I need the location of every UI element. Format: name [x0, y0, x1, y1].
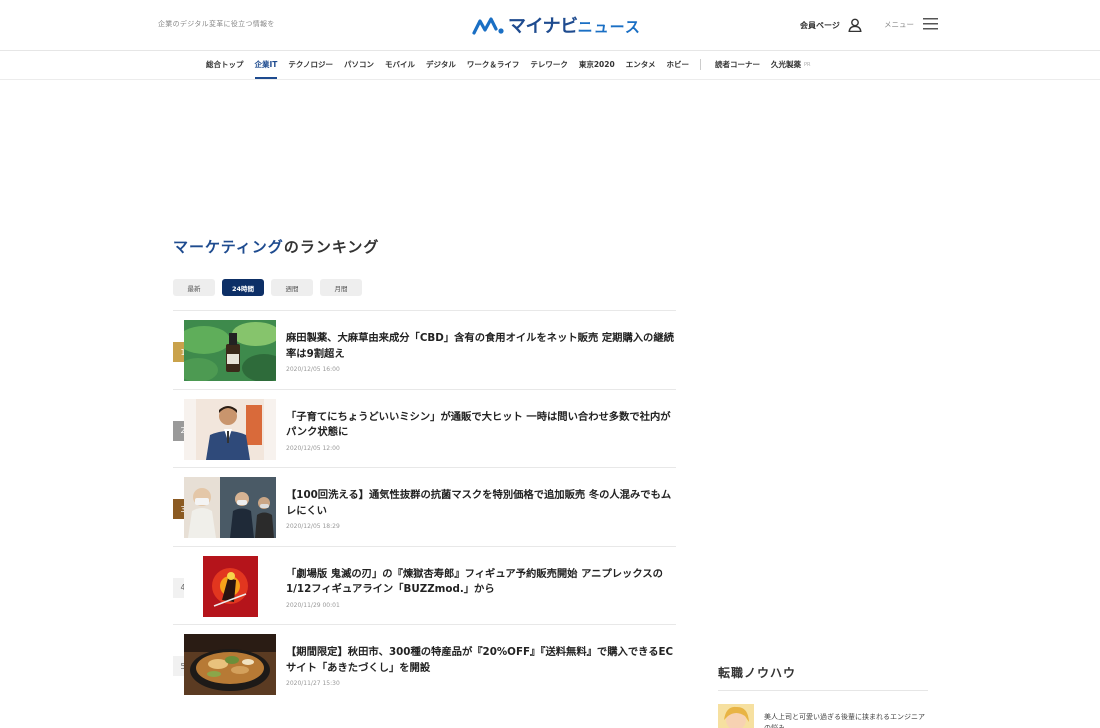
- article-thumbnail[interactable]: [184, 634, 276, 695]
- nav-item-digital[interactable]: デジタル: [426, 59, 456, 70]
- nav-item-enterprise-it[interactable]: 企業IT: [254, 59, 277, 79]
- member-page-link[interactable]: 会員ページ: [800, 18, 862, 32]
- cbd-oil-image: [184, 320, 276, 381]
- site-tagline: 企業のデジタル変革に役立つ情報を: [158, 20, 275, 28]
- ranking-title: マーケティングのランキング: [173, 236, 379, 257]
- article-headline[interactable]: 麻田製薬、大麻草由来成分「CBD」含有の食用オイルをネット販売 定期購入の継続率…: [286, 331, 676, 362]
- article-date: 2020/12/05 12:00: [286, 444, 340, 452]
- tab-24h[interactable]: 24時間: [222, 279, 264, 296]
- figure-image: [184, 555, 276, 617]
- nav-item-top[interactable]: 総合トップ: [206, 59, 244, 70]
- hamburger-icon: [923, 18, 938, 30]
- menu-label: メニュー: [884, 19, 914, 29]
- anime-illustration-image: [718, 704, 754, 728]
- logo-brand: マイナビ: [508, 16, 578, 37]
- site-header: 企業のデジタル変革に役立つ情報を マイナビニュース 会員ページ メニュー: [0, 0, 1100, 51]
- article-headline[interactable]: 「劇場版 鬼滅の刃」の『煉獄杏寿郎』フィギュア予約販売開始 アニプレックスの1/…: [286, 567, 676, 598]
- user-icon: [848, 18, 862, 32]
- masked-people-image: [184, 477, 276, 538]
- nav-item-tokyo2020[interactable]: 東京2020: [579, 59, 615, 70]
- nav-item-telework[interactable]: テレワーク: [530, 59, 568, 70]
- article-thumbnail[interactable]: [184, 555, 276, 617]
- tab-weekly[interactable]: 週間: [271, 279, 313, 296]
- ranking-period-tabs: 最新 24時間 週間 月間: [173, 279, 369, 296]
- sidebar-section-title: 転職ノウハウ: [718, 666, 797, 680]
- article-date: 2020/12/05 16:00: [286, 366, 340, 373]
- nav-item-entame[interactable]: エンタメ: [626, 59, 656, 70]
- sidebar-divider: [718, 690, 928, 691]
- nav-item-readers[interactable]: 読者コーナー: [715, 59, 760, 70]
- nav-item-pc[interactable]: パソコン: [344, 59, 374, 70]
- article-headline[interactable]: 【100回洗える】通気性抜群の抗菌マスクを特別価格で追加販売 冬の人混みでもムレ…: [286, 488, 676, 519]
- sidebar-article-thumbnail[interactable]: [718, 704, 754, 728]
- kiritanpo-hotpot-image: [184, 634, 276, 695]
- ranking-item[interactable]: 4 「劇場版 鬼滅の刃」の『煉獄杏寿郎』フィギュア予約販売開始 アニプレックスの…: [173, 545, 676, 625]
- logo-news: ニュース: [577, 18, 641, 36]
- logo-mark-icon: [472, 17, 504, 35]
- category-nav-list: 総合トップ 企業IT テクノロジー パソコン モバイル デジタル ワーク＆ライフ…: [206, 59, 811, 79]
- article-date: 2020/11/27 15:30: [286, 680, 340, 687]
- article-headline[interactable]: 「子育てにちょうどいいミシン」が通販で大ヒット 一時は問い合わせ多数で社内がパン…: [286, 410, 676, 441]
- ranking-item[interactable]: 1 麻田製薬、大麻草由来成分「CBD」含有の食用オイルをネット販売 定期購入の継…: [173, 310, 676, 389]
- logo-text: マイナビニュース: [508, 12, 641, 38]
- tab-latest[interactable]: 最新: [173, 279, 215, 296]
- article-headline[interactable]: 【期間限定】秋田市、300種の特産品が『20%OFF』『送料無料』で購入できるE…: [286, 645, 676, 676]
- ranking-title-accent: マーケティング: [173, 238, 284, 256]
- nav-item-technology[interactable]: テクノロジー: [288, 59, 333, 70]
- member-page-label: 会員ページ: [800, 20, 840, 30]
- article-date: 2020/12/05 18:29: [286, 523, 340, 530]
- nav-item-hisamitsu[interactable]: 久光製薬: [771, 59, 801, 70]
- nav-item-work-life[interactable]: ワーク＆ライフ: [467, 59, 520, 70]
- nav-item-hobby[interactable]: ホビー: [667, 59, 690, 70]
- menu-button[interactable]: メニュー: [884, 17, 938, 31]
- nav-item-mobile[interactable]: モバイル: [385, 59, 415, 70]
- ranking-list: 1 麻田製薬、大麻草由来成分「CBD」含有の食用オイルをネット販売 定期購入の継…: [173, 310, 676, 703]
- site-logo[interactable]: マイナビニュース: [472, 13, 641, 37]
- ranking-title-rest: のランキング: [283, 238, 380, 256]
- article-date: 2020/11/29 00:01: [286, 601, 340, 609]
- businessman-image: [184, 398, 276, 460]
- tab-monthly[interactable]: 月間: [320, 279, 362, 296]
- nav-divider: [700, 59, 701, 70]
- pr-label: PR: [804, 61, 811, 68]
- article-thumbnail[interactable]: [184, 477, 276, 538]
- ranking-item[interactable]: 2 「子育てにちょうどいいミシン」が通販で大ヒット 一時は問い合わせ多数で社内が…: [173, 388, 676, 468]
- ranking-item[interactable]: 3 【100回洗える】通気性抜群の抗菌マスクを特別価格で追加販売 冬の人混みでも…: [173, 467, 676, 546]
- sidebar-article-text[interactable]: 美人上司と可愛い過ぎる後輩に挟まれるエンジニアの悩み: [764, 712, 929, 728]
- category-nav: 総合トップ 企業IT テクノロジー パソコン モバイル デジタル ワーク＆ライフ…: [0, 51, 1100, 80]
- article-thumbnail[interactable]: [184, 320, 276, 381]
- ranking-item[interactable]: 5 【期間限定】秋田市、300種の特産品が『20%OFF』『送料無料』で購入でき…: [173, 624, 676, 703]
- article-thumbnail[interactable]: [184, 398, 276, 460]
